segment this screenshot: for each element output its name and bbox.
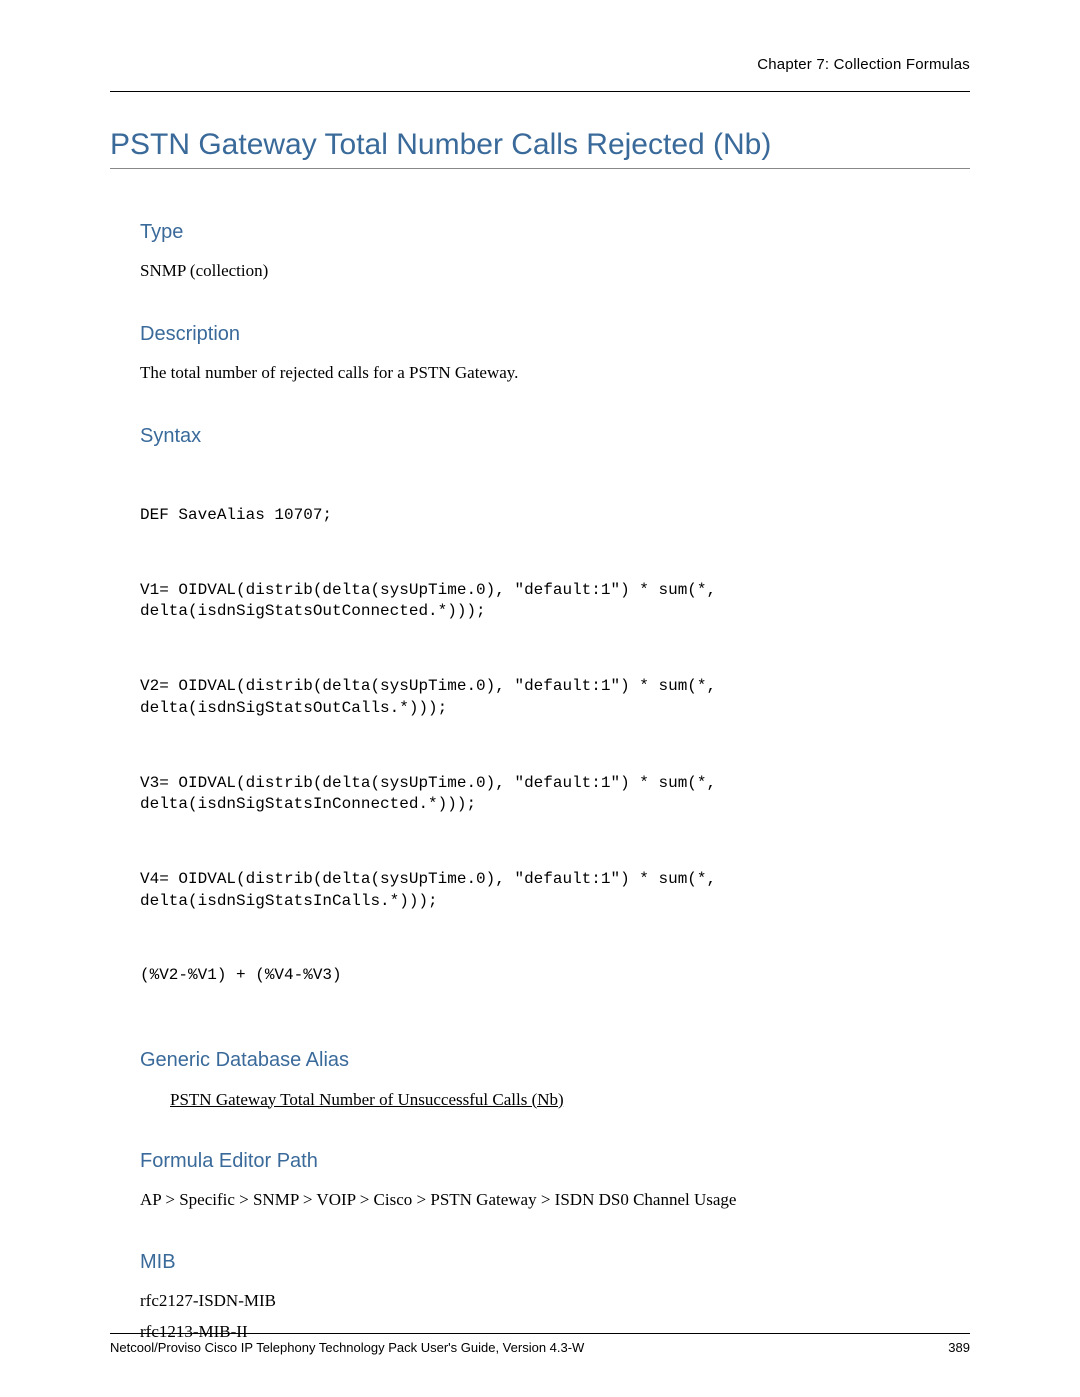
code-line: DEF SaveAlias 10707; xyxy=(140,505,970,527)
page-footer: Netcool/Proviso Cisco IP Telephony Techn… xyxy=(110,1333,970,1355)
code-line: V1= OIDVAL(distrib(delta(sysUpTime.0), "… xyxy=(140,580,970,623)
alias-link[interactable]: PSTN Gateway Total Number of Unsuccessfu… xyxy=(170,1090,970,1110)
syntax-code: DEF SaveAlias 10707; V1= OIDVAL(distrib(… xyxy=(140,462,970,1009)
page-number: 389 xyxy=(948,1340,970,1355)
section-path-body: AP > Specific > SNMP > VOIP > Cisco > PS… xyxy=(140,1189,970,1212)
section-description-heading: Description xyxy=(140,323,970,346)
section-description-body: The total number of rejected calls for a… xyxy=(140,362,970,385)
mib-line: rfc2127-ISDN-MIB xyxy=(140,1290,970,1313)
header-rule xyxy=(110,91,970,92)
section-syntax-heading: Syntax xyxy=(140,425,970,448)
code-line: V2= OIDVAL(distrib(delta(sysUpTime.0), "… xyxy=(140,676,970,719)
section-alias-heading: Generic Database Alias xyxy=(140,1049,970,1072)
section-mib-heading: MIB xyxy=(140,1251,970,1274)
page-title: PSTN Gateway Total Number Calls Rejected… xyxy=(110,128,970,169)
code-line: V3= OIDVAL(distrib(delta(sysUpTime.0), "… xyxy=(140,773,970,816)
section-type-heading: Type xyxy=(140,221,970,244)
section-type-body: SNMP (collection) xyxy=(140,260,970,283)
footer-title: Netcool/Proviso Cisco IP Telephony Techn… xyxy=(110,1340,584,1355)
code-line: V4= OIDVAL(distrib(delta(sysUpTime.0), "… xyxy=(140,869,970,912)
section-path-heading: Formula Editor Path xyxy=(140,1150,970,1173)
chapter-header: Chapter 7: Collection Formulas xyxy=(110,56,970,73)
code-line: (%V2-%V1) + (%V4-%V3) xyxy=(140,965,970,987)
